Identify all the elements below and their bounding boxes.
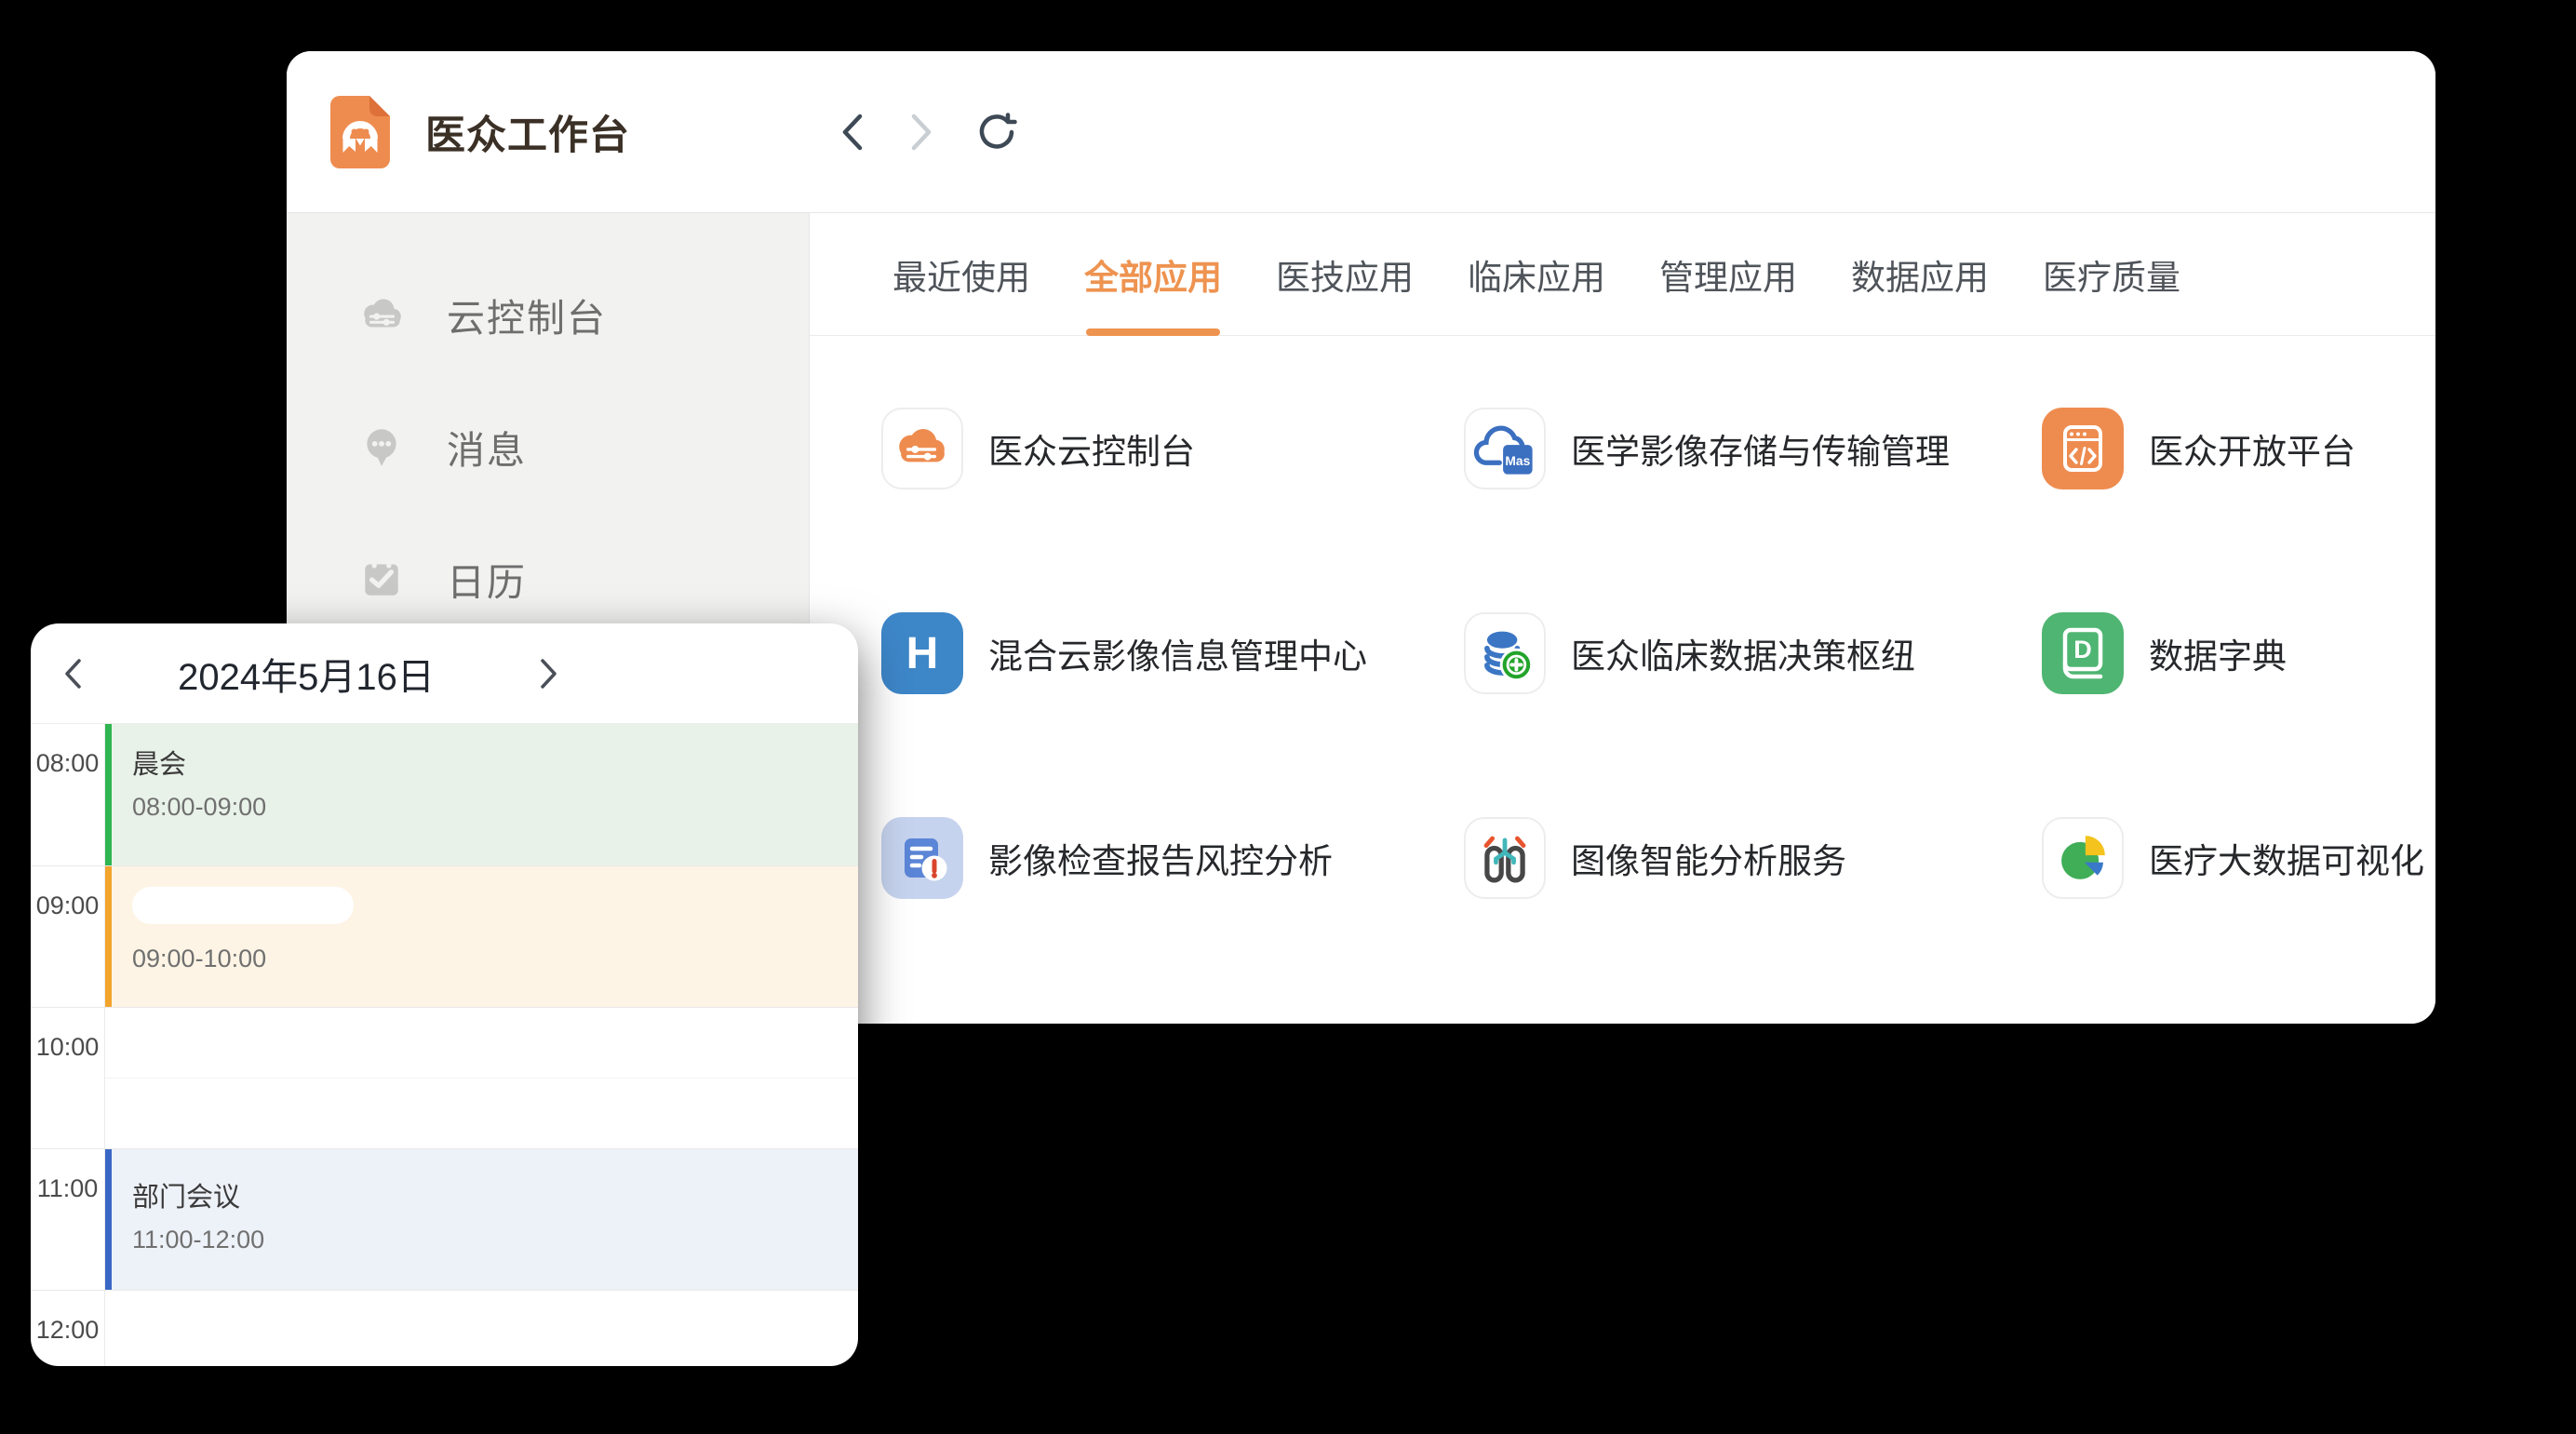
cloud-console-icon xyxy=(881,408,963,489)
event-redacted[interactable]: 09:00-10:00 xyxy=(105,866,858,1007)
time-slot xyxy=(105,1008,858,1148)
time-label: 09:00 xyxy=(31,866,105,1007)
event-time: 09:00-10:00 xyxy=(132,945,858,973)
time-slot: 部门会议 11:00-12:00 xyxy=(105,1149,858,1290)
calendar-row-1100: 11:00 部门会议 11:00-12:00 xyxy=(31,1148,858,1290)
tab-clinical[interactable]: 临床应用 xyxy=(1468,213,1605,335)
app-data-dictionary[interactable]: D 数据字典 xyxy=(2042,612,2435,817)
calendar-prev-button[interactable] xyxy=(57,653,88,694)
app-clinical-data-hub[interactable]: 医众临床数据决策枢纽 xyxy=(1464,612,2042,817)
data-dictionary-icon: D xyxy=(2042,612,2124,694)
tab-recent[interactable]: 最近使用 xyxy=(892,213,1030,335)
app-open-platform[interactable]: 医众开放平台 xyxy=(2042,408,2435,612)
event-title: 晨会 xyxy=(132,743,858,782)
cloud-settings-icon xyxy=(358,291,405,338)
cloud-storage-mas-icon: Mas xyxy=(1464,408,1546,489)
half-hour-line xyxy=(105,1078,858,1079)
lungs-ai-icon xyxy=(1464,817,1546,899)
event-department-meeting[interactable]: 部门会议 11:00-12:00 xyxy=(105,1149,858,1290)
app-title: 医众工作台 xyxy=(425,103,630,161)
calendar-header: 2024年5月16日 xyxy=(31,623,858,724)
refresh-button[interactable] xyxy=(976,104,1017,160)
svg-text:H: H xyxy=(906,629,939,678)
time-label: 11:00 xyxy=(31,1149,105,1290)
app-label: 医众云控制台 xyxy=(988,423,1195,474)
active-tab-underline xyxy=(1086,328,1220,336)
tab-quality[interactable]: 医疗质量 xyxy=(2043,213,2180,335)
calendar-row-1200: 12:00 xyxy=(31,1290,858,1366)
calendar-row-0900: 09:00 09:00-10:00 xyxy=(31,865,858,1007)
app-cloud-console[interactable]: 医众云控制台 xyxy=(881,408,1464,612)
app-label: 混合云影像信息管理中心 xyxy=(988,628,1367,678)
redacted-event-title xyxy=(132,887,354,924)
hybrid-cloud-h-icon: H xyxy=(881,612,963,694)
content-area: 最近使用 全部应用 医技应用 临床应用 管理应用 数据应用 医疗质量 xyxy=(810,213,2435,1024)
tab-all-apps[interactable]: 全部应用 xyxy=(1084,213,1222,335)
svg-text:D: D xyxy=(2073,636,2092,663)
time-label: 08:00 xyxy=(31,724,105,865)
calendar-next-button[interactable] xyxy=(533,653,565,694)
event-time: 11:00-12:00 xyxy=(132,1226,858,1254)
app-label: 图像智能分析服务 xyxy=(1571,833,1846,883)
calendar-date: 2024年5月16日 xyxy=(165,647,448,701)
sidebar-item-label: 消息 xyxy=(447,419,527,475)
app-report-risk-analysis[interactable]: 影像检查报告风控分析 xyxy=(881,817,1464,1022)
time-slot: 09:00-10:00 xyxy=(105,866,858,1007)
sidebar-item-cloud-console[interactable]: 云控制台 xyxy=(287,248,809,381)
pie-chart-icon xyxy=(2042,817,2124,899)
message-icon xyxy=(358,423,405,470)
app-grid: 医众云控制台 Mas 医学影像存储与传输管理 xyxy=(810,336,2435,1022)
calendar-row-1000: 10:00 xyxy=(31,1007,858,1148)
event-title: 部门会议 xyxy=(132,1175,858,1214)
time-slot xyxy=(105,1291,858,1366)
app-bigdata-visualization[interactable]: 医疗大数据可视化 xyxy=(2042,817,2435,1022)
tab-bar: 最近使用 全部应用 医技应用 临床应用 管理应用 数据应用 医疗质量 xyxy=(810,213,2435,336)
report-risk-icon xyxy=(881,817,963,899)
app-image-ai-analysis[interactable]: 图像智能分析服务 xyxy=(1464,817,2042,1022)
forward-button[interactable] xyxy=(902,104,943,160)
app-label: 数据字典 xyxy=(2149,628,2287,678)
app-logo-icon xyxy=(330,96,390,168)
nav-group xyxy=(831,51,1017,212)
tab-medtech[interactable]: 医技应用 xyxy=(1276,213,1414,335)
tab-management[interactable]: 管理应用 xyxy=(1659,213,1797,335)
app-label: 医众开放平台 xyxy=(2149,423,2355,474)
clinical-database-icon xyxy=(1464,612,1546,694)
sidebar-item-label: 云控制台 xyxy=(447,287,607,342)
sidebar-item-label: 日历 xyxy=(447,551,527,607)
tab-data[interactable]: 数据应用 xyxy=(1851,213,1989,335)
calendar-icon xyxy=(358,556,405,602)
event-morning-meeting[interactable]: 晨会 08:00-09:00 xyxy=(105,724,858,865)
window-header: 医众工作台 xyxy=(287,51,2435,213)
calendar-row-0800: 08:00 晨会 08:00-09:00 xyxy=(31,724,858,865)
calendar-grid: 08:00 晨会 08:00-09:00 09:00 09:00-10:00 xyxy=(31,724,858,1366)
open-platform-code-icon xyxy=(2042,408,2124,489)
event-time: 08:00-09:00 xyxy=(132,793,858,822)
app-label: 影像检查报告风控分析 xyxy=(988,833,1333,883)
svg-text:Mas: Mas xyxy=(1505,453,1530,468)
app-hybrid-cloud-center[interactable]: H 混合云影像信息管理中心 xyxy=(881,612,1464,817)
time-slot: 晨会 08:00-09:00 xyxy=(105,724,858,865)
back-button[interactable] xyxy=(831,104,872,160)
sidebar-item-messages[interactable]: 消息 xyxy=(287,381,809,513)
app-label: 医疗大数据可视化 xyxy=(2149,833,2424,883)
app-image-storage[interactable]: Mas 医学影像存储与传输管理 xyxy=(1464,408,2042,612)
screen: 医众工作台 xyxy=(0,0,2576,1434)
calendar-panel: 2024年5月16日 08:00 晨会 08:00-09:00 09:00 xyxy=(31,623,858,1366)
app-label: 医众临床数据决策枢纽 xyxy=(1571,628,1915,678)
app-label: 医学影像存储与传输管理 xyxy=(1571,423,1950,474)
time-label: 10:00 xyxy=(31,1008,105,1148)
time-label: 12:00 xyxy=(31,1291,105,1366)
